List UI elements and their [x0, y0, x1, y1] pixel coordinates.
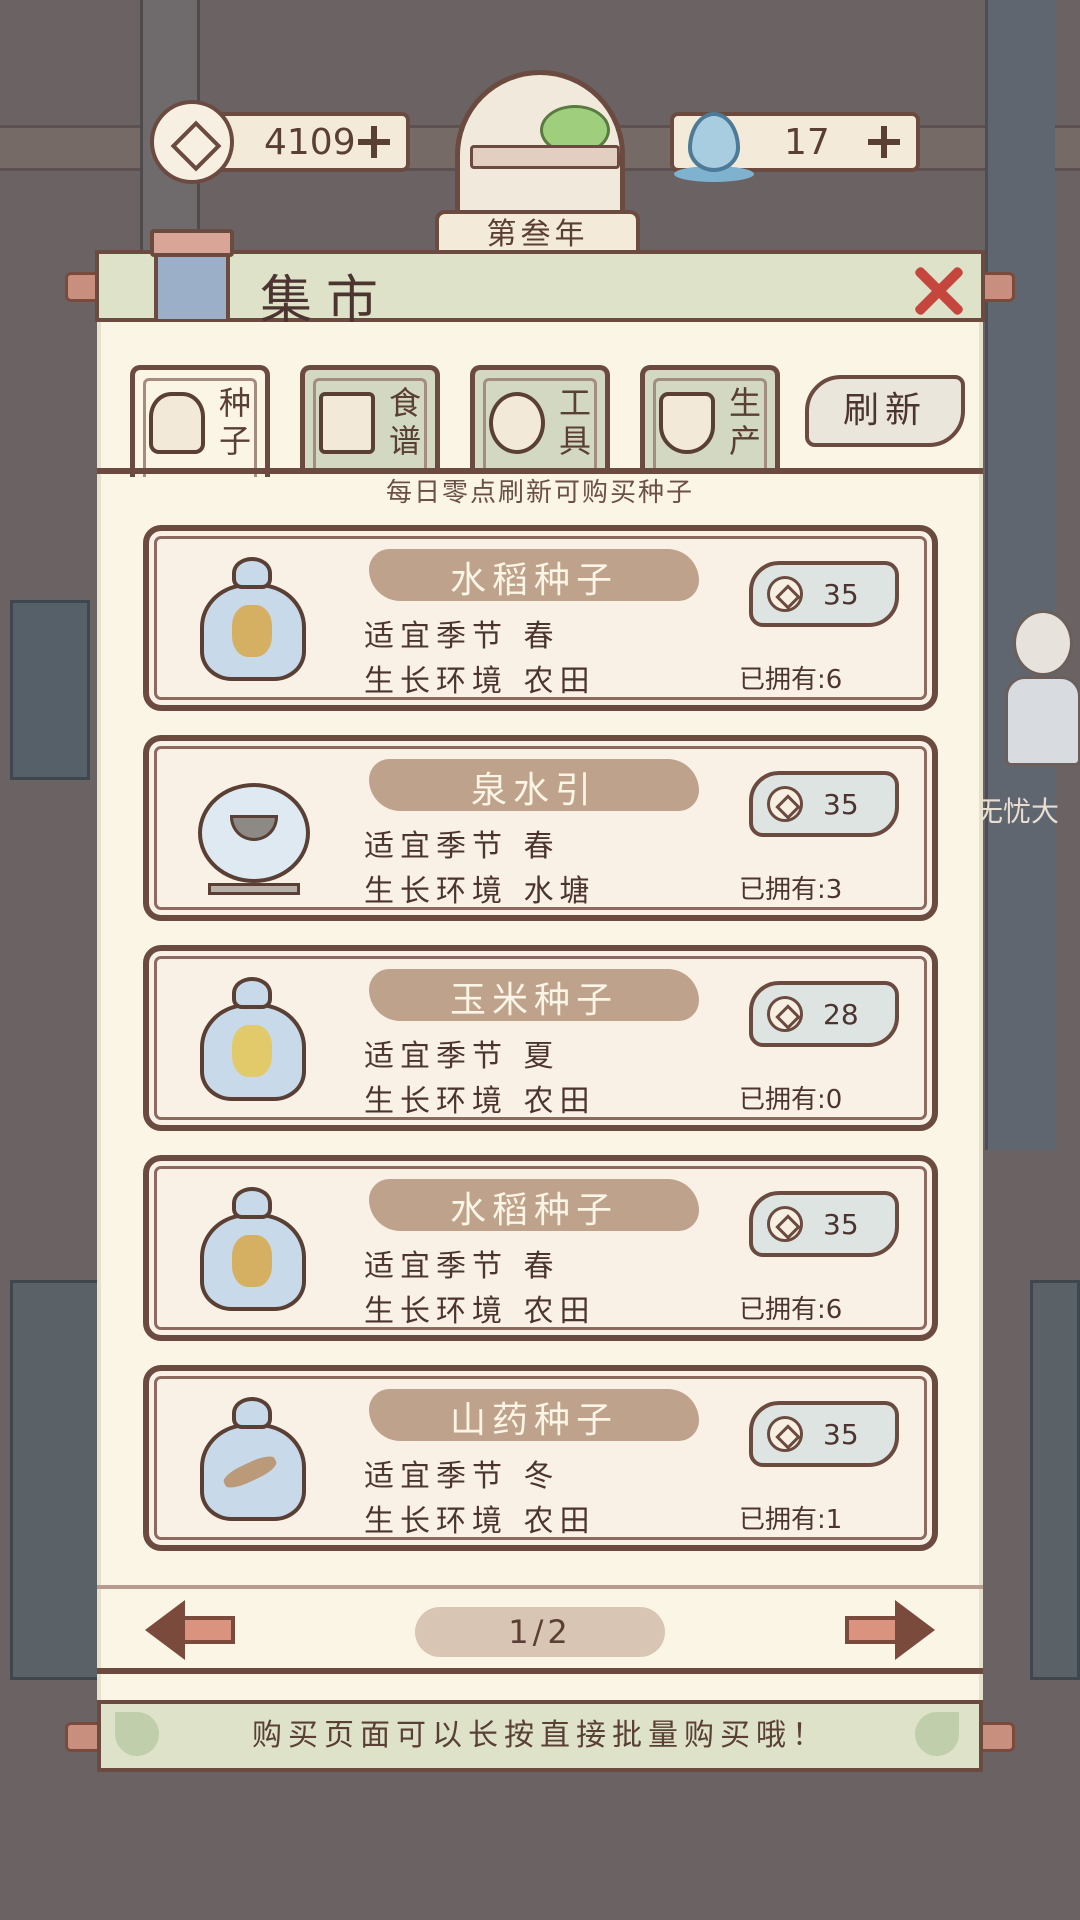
tools-icon [489, 392, 545, 454]
background-pillar-right [985, 0, 1055, 1150]
npc-body [1005, 676, 1080, 766]
market-stall-icon [140, 225, 240, 325]
ginkgo-leaf-icon [115, 1712, 159, 1756]
coin-icon [767, 1416, 803, 1452]
pagination-divider-bottom [97, 1668, 983, 1674]
item-name: 水稻种子 [449, 1190, 618, 1231]
item-owned: 已拥有:0 [739, 1085, 843, 1115]
rice-seed-bag-icon [194, 553, 314, 688]
item-name: 水稻种子 [449, 560, 618, 601]
buy-button[interactable]: 35 [749, 1191, 899, 1257]
item-card[interactable]: 玉米种子 适宜季节 夏 生长环境 农田 28 已拥有:0 [143, 945, 938, 1131]
item-owned: 已拥有:6 [739, 665, 843, 695]
background-stand-left [10, 1280, 100, 1680]
item-card[interactable]: 泉水引 适宜季节 春 生长环境 水塘 35 已拥有:3 [143, 735, 938, 921]
item-name: 玉米种子 [449, 980, 618, 1021]
tab-label: 工 具 [559, 384, 592, 460]
item-environment: 生长环境 水塘 [364, 874, 596, 909]
npc-name-label: 无忧大 [975, 795, 1060, 828]
yam-seed-bag-icon [194, 1393, 314, 1528]
ginkgo-leaf-icon [915, 1712, 959, 1756]
item-card[interactable]: 水稻种子 适宜季节 春 生长环境 农田 35 已拥有:6 [143, 525, 938, 711]
coin-icon [767, 786, 803, 822]
pavilion-roof-icon [470, 145, 620, 169]
item-owned: 已拥有:6 [739, 1295, 843, 1325]
recipe-book-icon [319, 392, 375, 454]
coin-icon [767, 576, 803, 612]
item-environment: 生长环境 农田 [364, 1294, 596, 1329]
item-name: 山药种子 [449, 1400, 618, 1441]
coin-icon [767, 996, 803, 1032]
item-price: 35 [823, 1208, 859, 1241]
background-shelf-left [10, 600, 90, 780]
corn-seed-bag-icon [194, 973, 314, 1108]
background-stand-right [1030, 1280, 1080, 1680]
tab-label: 食 谱 [389, 384, 422, 460]
item-owned: 已拥有:1 [739, 1505, 843, 1535]
item-environment: 生长环境 农田 [364, 1504, 596, 1539]
item-price: 35 [823, 578, 859, 611]
add-coins-button[interactable] [356, 124, 392, 160]
item-environment: 生长环境 农田 [364, 1084, 596, 1119]
item-season: 适宜季节 春 [364, 829, 560, 864]
item-price: 28 [823, 998, 859, 1031]
pavilion-emblem [455, 70, 625, 220]
npc-head [1013, 610, 1073, 676]
buy-button[interactable]: 35 [749, 771, 899, 837]
item-price: 35 [823, 1418, 859, 1451]
coin-icon [150, 100, 234, 184]
water-drop-icon [674, 92, 754, 188]
tab-tools[interactable]: 工 具 [470, 365, 610, 470]
item-card[interactable]: 水稻种子 适宜季节 春 生长环境 农田 35 已拥有:6 [143, 1155, 938, 1341]
prev-page-arrow-icon[interactable] [145, 1600, 235, 1660]
buy-button[interactable]: 35 [749, 1401, 899, 1467]
add-water-button[interactable] [866, 124, 902, 160]
tab-seeds[interactable]: 种 子 [130, 365, 270, 477]
rice-seed-bag-icon [194, 1183, 314, 1318]
refresh-button[interactable]: 刷新 [805, 375, 965, 447]
buy-button[interactable]: 28 [749, 981, 899, 1047]
item-price: 35 [823, 788, 859, 821]
item-card[interactable]: 山药种子 适宜季节 冬 生长环境 农田 35 已拥有:1 [143, 1365, 938, 1551]
tip-banner: 购买页面可以长按直接批量购买哦！ [97, 1700, 983, 1772]
production-icon [659, 392, 715, 454]
tab-production[interactable]: 生 产 [640, 365, 780, 470]
buy-button[interactable]: 35 [749, 561, 899, 627]
coin-icon [767, 1206, 803, 1242]
page-indicator: 1/2 [415, 1607, 665, 1657]
close-icon[interactable] [910, 262, 966, 318]
refresh-notice: 每日零点刷新可购买种子 [385, 478, 694, 508]
item-name: 泉水引 [470, 770, 597, 811]
npc-character[interactable] [995, 610, 1080, 780]
item-season: 适宜季节 春 [364, 1249, 560, 1284]
tab-recipes[interactable]: 食 谱 [300, 365, 440, 470]
seed-bag-icon [149, 392, 205, 454]
item-owned: 已拥有:3 [739, 875, 843, 905]
item-season: 适宜季节 冬 [364, 1459, 560, 1494]
next-page-arrow-icon[interactable] [845, 1600, 935, 1660]
item-season: 适宜季节 夏 [364, 1039, 560, 1074]
spring-water-bowl-icon [194, 763, 314, 898]
tab-label: 种 子 [219, 384, 252, 460]
pagination-divider-top [97, 1585, 983, 1589]
item-environment: 生长环境 农田 [364, 664, 596, 699]
item-season: 适宜季节 春 [364, 619, 560, 654]
tab-label: 生 产 [729, 384, 762, 460]
